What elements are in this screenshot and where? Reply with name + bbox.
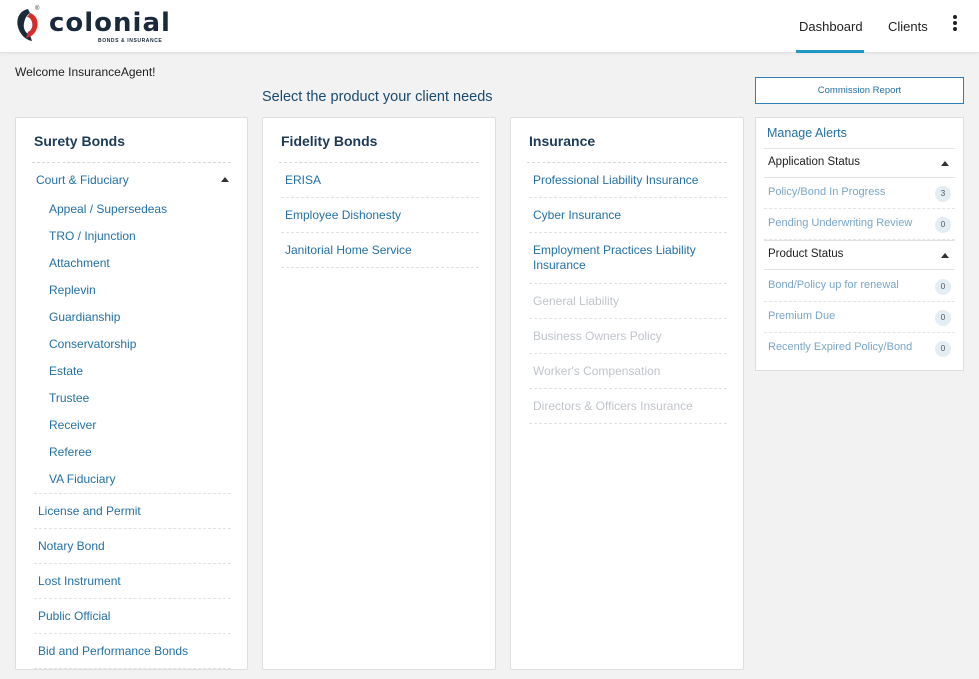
list-item[interactable]: VA Fiduciary (34, 466, 231, 494)
nav-dashboard[interactable]: Dashboard (799, 19, 863, 34)
panel-title: Fidelity Bonds (281, 133, 378, 149)
manage-alerts-panel: Manage Alerts Application Status Policy/… (755, 117, 964, 371)
surety-bonds-panel: Surety Bonds Court & Fiduciary Appeal / … (15, 117, 248, 670)
alert-row[interactable]: Recently Expired Policy/Bond 0 (764, 333, 955, 364)
alert-row[interactable]: Premium Due 0 (764, 302, 955, 333)
list-item[interactable]: Cyber Insurance (529, 198, 727, 233)
select-product-heading: Select the product your client needs (262, 89, 493, 105)
list-item[interactable]: Janitorial Home Service (281, 233, 479, 268)
list-item[interactable]: Bid and Performance Bonds (34, 634, 231, 669)
top-header: ® colonial BONDS & INSURANCE Dashboard C… (0, 0, 979, 53)
caret-up-icon[interactable] (221, 177, 229, 182)
count-badge: 3 (935, 186, 951, 202)
list-item[interactable]: Trustee (34, 385, 231, 412)
list-item[interactable]: Lost Instrument (34, 564, 231, 599)
alert-label: Premium Due (768, 310, 836, 322)
list-item[interactable]: Employee Dishonesty (281, 198, 479, 233)
alert-label: Policy/Bond In Progress (768, 186, 886, 198)
application-status-header[interactable]: Application Status (764, 148, 955, 178)
panel-title: Insurance (529, 133, 596, 149)
caret-up-icon[interactable] (941, 253, 949, 258)
list-item[interactable]: Appeal / Supersedeas (34, 196, 231, 223)
caret-up-icon[interactable] (941, 161, 949, 166)
list-item-disabled: Business Owners Policy (529, 319, 727, 354)
fidelity-bonds-panel: Fidelity Bonds ERISA Employee Dishonesty… (262, 117, 496, 670)
list-item[interactable]: ERISA (281, 163, 479, 198)
list-item[interactable]: Referee (34, 439, 231, 466)
surety-list: Court & Fiduciary Appeal / Supersedeas T… (34, 163, 231, 669)
list-item[interactable]: Notary Bond (34, 529, 231, 564)
list-item[interactable]: Guardianship (34, 304, 231, 331)
nav-active-indicator (796, 50, 864, 53)
logo-tagline: BONDS & INSURANCE (98, 38, 163, 44)
more-menu-icon[interactable] (950, 15, 960, 35)
list-item[interactable]: Receiver (34, 412, 231, 439)
list-item[interactable]: Attachment (34, 250, 231, 277)
list-item-disabled: General Liability (529, 284, 727, 319)
list-item[interactable]: Public Official (34, 599, 231, 634)
alerts-title[interactable]: Manage Alerts (767, 126, 847, 140)
fidelity-list: ERISA Employee Dishonesty Janitorial Hom… (281, 163, 479, 268)
alert-row[interactable]: Bond/Policy up for renewal 0 (764, 271, 955, 302)
list-item[interactable]: Replevin (34, 277, 231, 304)
list-item-disabled: Worker's Compensation (529, 354, 727, 389)
registered-mark: ® (35, 6, 40, 12)
list-item[interactable]: TRO / Injunction (34, 223, 231, 250)
logo-wordmark: colonial (49, 8, 171, 38)
list-item[interactable]: Conservatorship (34, 331, 231, 358)
product-status-header[interactable]: Product Status (764, 240, 955, 270)
insurance-panel: Insurance Professional Liability Insuran… (510, 117, 744, 670)
court-fiduciary-group[interactable]: Court & Fiduciary (34, 163, 231, 196)
welcome-message: Welcome InsuranceAgent! (15, 65, 156, 79)
alert-row[interactable]: Policy/Bond In Progress 3 (764, 178, 955, 209)
count-badge: 0 (935, 341, 951, 357)
alert-label: Pending Underwriting Review (768, 217, 913, 229)
alert-row[interactable]: Pending Underwriting Review 0 (764, 209, 955, 240)
commission-report-button[interactable]: Commission Report (755, 77, 964, 104)
nav-clients[interactable]: Clients (888, 19, 928, 34)
alert-label: Recently Expired Policy/Bond (768, 341, 913, 353)
insurance-list: Professional Liability Insurance Cyber I… (529, 163, 727, 424)
colonial-logo-mark-icon (17, 9, 38, 41)
list-item[interactable]: License and Permit (34, 494, 231, 529)
section-label: Product Status (768, 248, 844, 260)
list-item[interactable]: Employment Practices Liability Insurance (529, 233, 727, 284)
group-label: Court & Fiduciary (36, 173, 129, 187)
section-label: Application Status (768, 156, 861, 168)
list-item[interactable]: Professional Liability Insurance (529, 163, 727, 198)
alert-label: Bond/Policy up for renewal (768, 279, 899, 291)
count-badge: 0 (935, 217, 951, 233)
count-badge: 0 (935, 310, 951, 326)
panel-title: Surety Bonds (34, 133, 126, 149)
list-item[interactable]: Estate (34, 358, 231, 385)
count-badge: 0 (935, 279, 951, 295)
list-item-disabled: Directors & Officers Insurance (529, 389, 727, 424)
colonial-logo[interactable]: ® colonial BONDS & INSURANCE (14, 6, 174, 47)
